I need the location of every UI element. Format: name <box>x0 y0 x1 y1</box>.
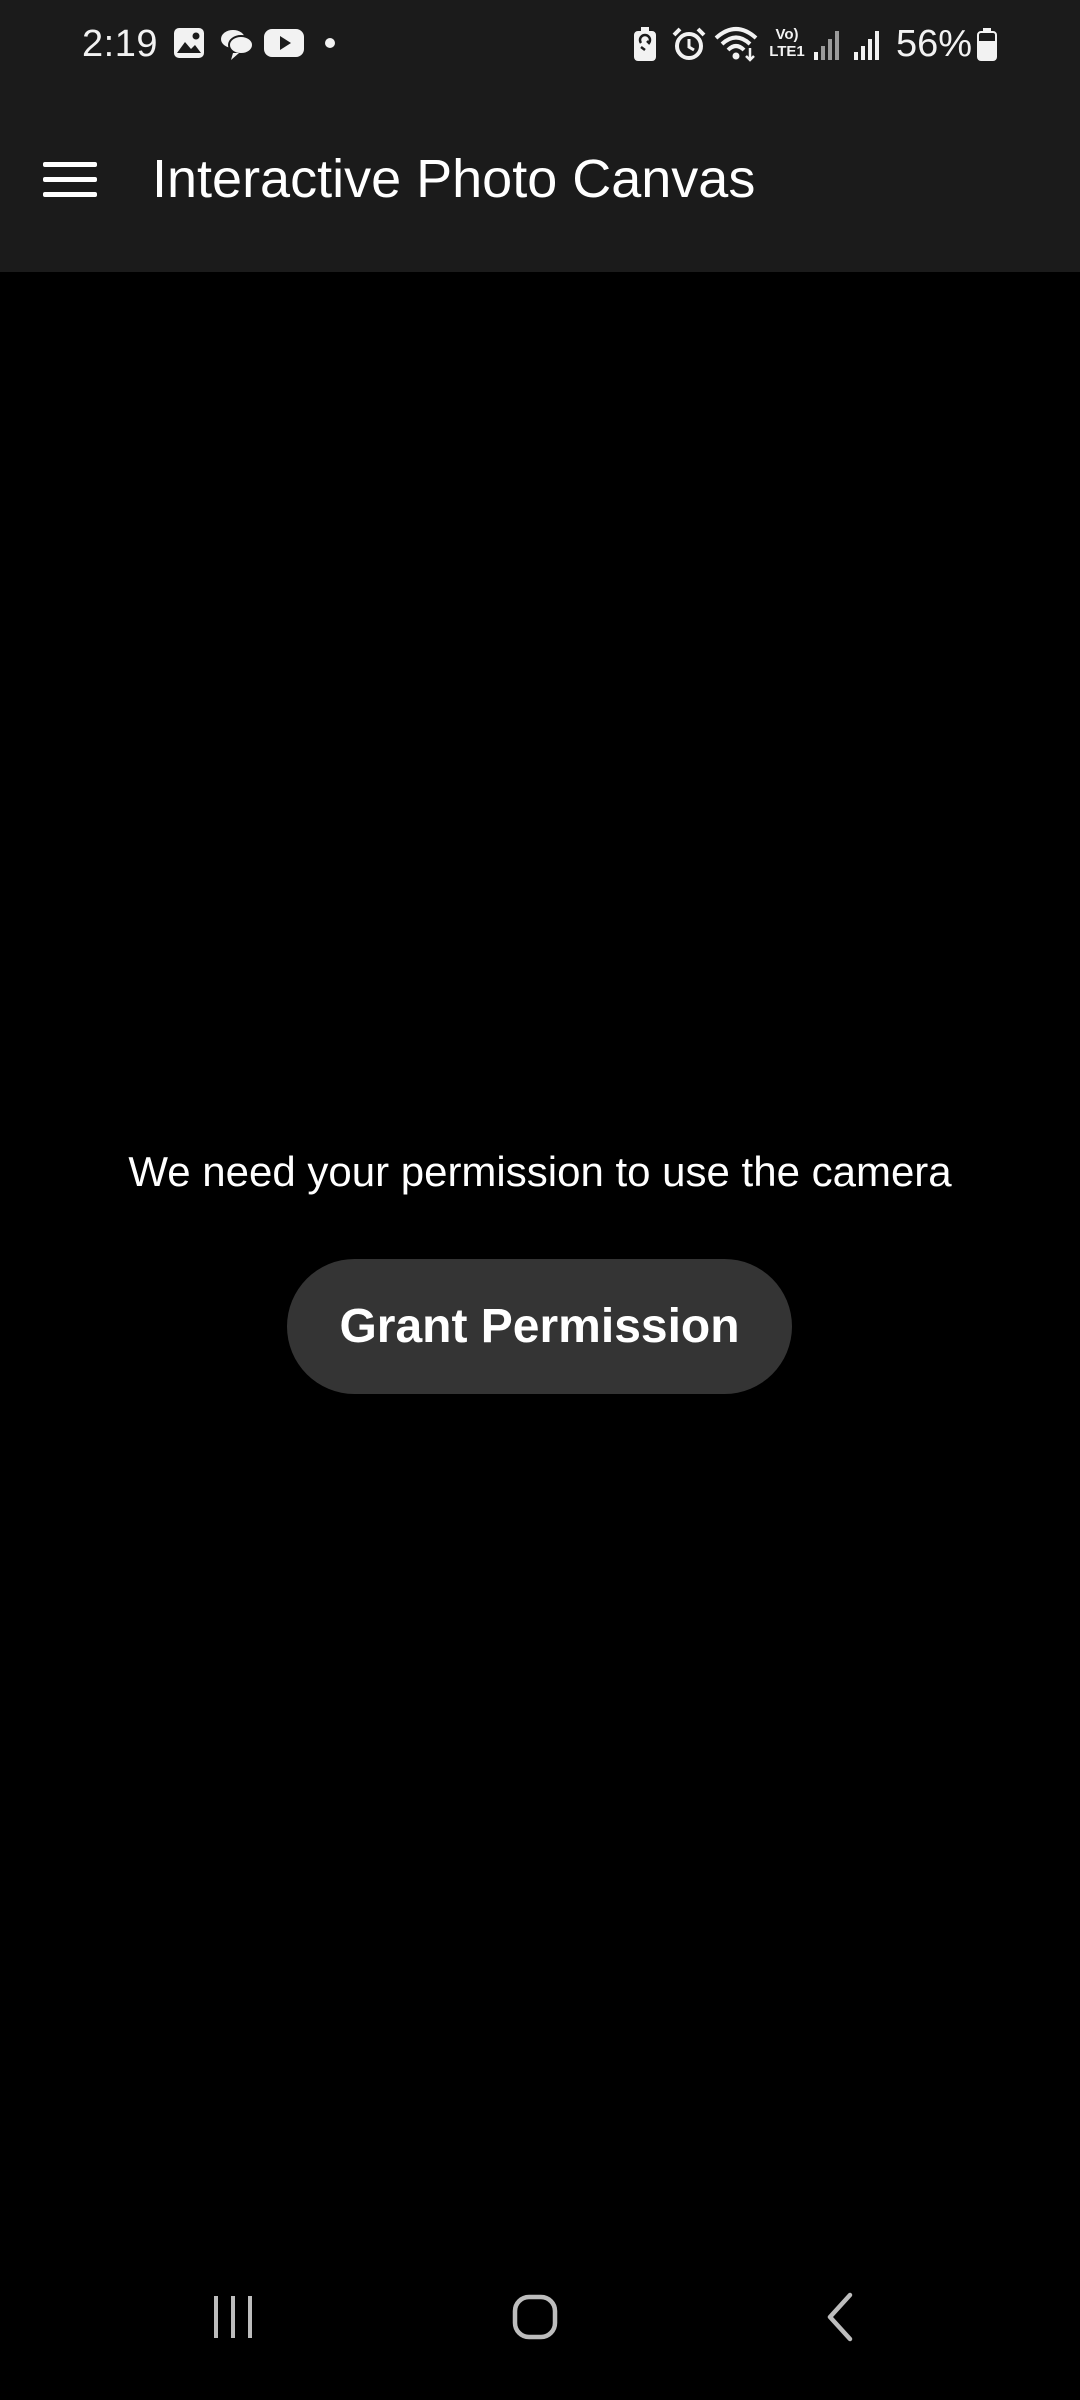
gallery-icon <box>172 26 206 62</box>
app-bar: Interactive Photo Canvas <box>0 88 1080 272</box>
status-bar: 2:19 Vo) LTE1 56% <box>0 0 1080 88</box>
home-icon[interactable] <box>490 2272 580 2362</box>
hamburger-menu-icon[interactable] <box>30 140 110 220</box>
battery-percent: 56% <box>896 23 973 65</box>
notification-dot-icon <box>324 37 336 73</box>
signal-icon <box>852 26 882 62</box>
battery-saver-icon <box>632 26 658 62</box>
page-title: Interactive Photo Canvas <box>152 149 756 209</box>
youtube-icon <box>263 26 305 62</box>
battery-icon <box>976 26 998 62</box>
volte-icon: Vo) LTE1 <box>769 26 805 60</box>
camera-permission-panel: We need your permission to use the camer… <box>0 272 1080 2232</box>
recent-apps-icon[interactable] <box>188 2272 278 2362</box>
chat-bubbles-icon <box>219 26 255 62</box>
grant-permission-button[interactable]: Grant Permission <box>287 1259 792 1394</box>
alarm-icon <box>671 26 707 62</box>
wifi-icon <box>714 26 760 62</box>
status-time: 2:19 <box>82 23 158 65</box>
permission-message: We need your permission to use the camer… <box>128 1148 952 1195</box>
signal-icon <box>812 26 842 62</box>
back-icon[interactable] <box>795 2272 885 2362</box>
navigation-bar <box>0 2232 1080 2400</box>
